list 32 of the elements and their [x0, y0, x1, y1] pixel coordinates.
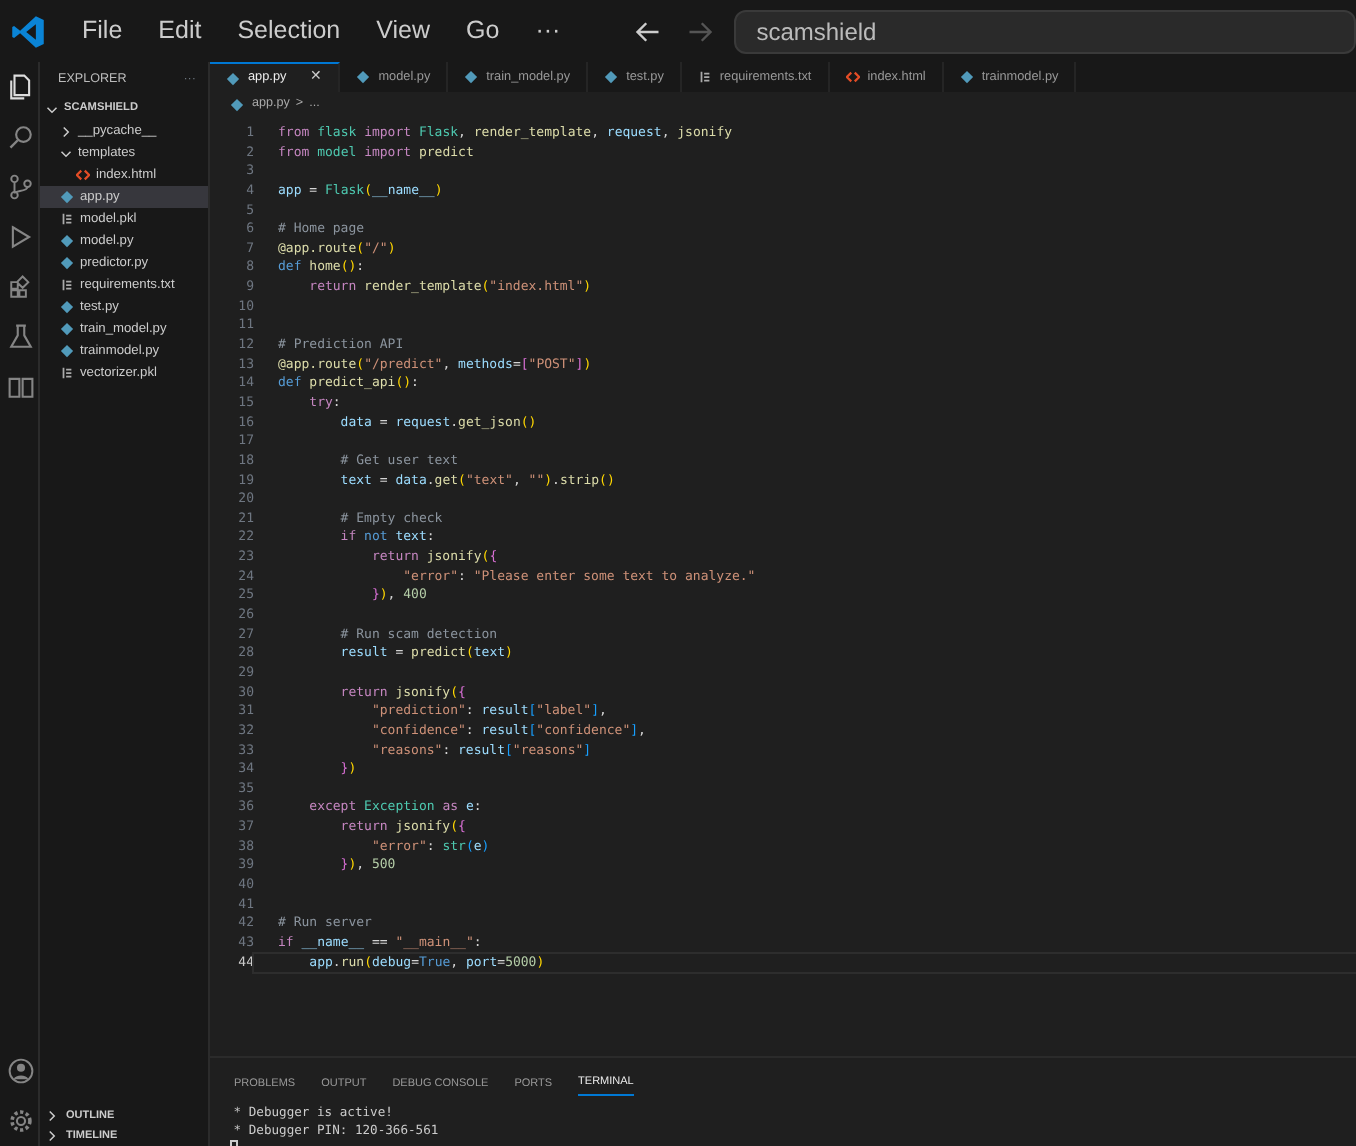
- python-file-icon: [60, 190, 74, 204]
- menu-item[interactable]: Go: [448, 12, 518, 50]
- lines-file-icon: [60, 212, 74, 226]
- settings-icon[interactable]: [7, 1108, 33, 1134]
- chevron-down-icon: [60, 147, 72, 159]
- search-field[interactable]: scamshield: [734, 9, 1356, 53]
- branch-icon[interactable]: [7, 174, 33, 200]
- lines-file-icon: [60, 366, 74, 380]
- back-arrow-icon[interactable]: [634, 17, 663, 45]
- chevron-right-icon: [60, 125, 72, 137]
- account-icon[interactable]: [7, 1058, 33, 1084]
- menu-item[interactable]: Selection: [219, 12, 359, 50]
- python-file-icon: [959, 70, 974, 84]
- python-file-icon: [356, 70, 371, 84]
- lines-file-icon: [697, 70, 712, 84]
- python-file-icon: [604, 70, 619, 84]
- book-icon[interactable]: [7, 374, 33, 400]
- editor-logo-icon: [10, 13, 46, 49]
- flask-icon[interactable]: [7, 324, 33, 350]
- play-bug-icon[interactable]: [7, 224, 33, 250]
- python-file-icon: [464, 70, 479, 84]
- search-icon[interactable]: [7, 124, 33, 150]
- menu-item[interactable]: File: [64, 12, 141, 50]
- menu-item[interactable]: ···: [517, 12, 579, 50]
- code-file-icon: [76, 168, 90, 182]
- files-icon[interactable]: [7, 74, 33, 100]
- blocks-icon[interactable]: [7, 274, 33, 300]
- code-file-icon: [845, 70, 860, 84]
- chevron-down-icon: [46, 103, 58, 115]
- lines-file-icon: [60, 278, 74, 292]
- menu-item[interactable]: View: [358, 12, 449, 50]
- menu-item[interactable]: Edit: [140, 12, 220, 50]
